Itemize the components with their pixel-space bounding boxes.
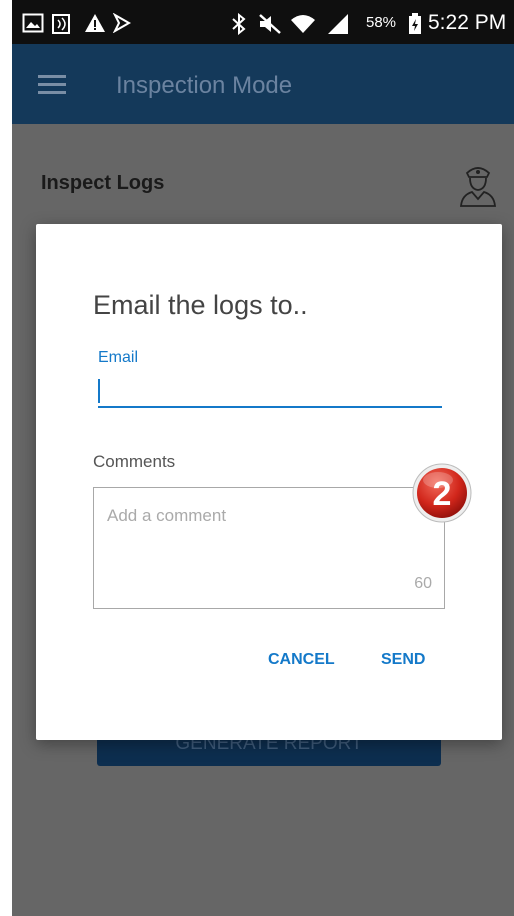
comment-textarea[interactable]: Add a comment 60 [93,487,445,609]
email-dialog: Email the logs to.. Email Comments Add a… [36,224,502,740]
email-input[interactable] [98,374,442,408]
nfc-icon [52,14,70,34]
email-label: Email [98,349,139,366]
comments-label: Comments [93,452,176,471]
send-button[interactable]: SEND [381,651,425,669]
dialog-title: Email the logs to.. [93,290,308,320]
mute-icon [259,14,281,34]
warning-icon [85,14,105,32]
badge-number: 2 [433,475,452,513]
officer-icon[interactable] [457,163,499,207]
bluetooth-icon [232,13,246,35]
gallery-icon [22,13,44,33]
app-bar: Inspection Mode [12,44,514,124]
battery-percent: 58% [366,14,397,31]
signal-icon [328,14,348,34]
step-number-badge: 2 [412,463,472,523]
page-title: Inspect Logs [41,172,165,194]
status-bar: 58% 5:22 PM [12,0,514,44]
app-title: Inspection Mode [116,72,293,99]
battery-icon [409,13,421,34]
character-counter: 60 [414,575,432,592]
text-cursor [98,379,100,403]
comment-placeholder: Add a comment [107,506,227,525]
direction-icon [112,13,132,33]
app-frame: 58% 5:22 PM Inspection Mode Inspect Logs… [12,0,514,916]
clock: 5:22 PM [428,11,507,34]
wifi-icon [291,15,315,33]
hamburger-menu-icon[interactable] [38,75,66,95]
cancel-button[interactable]: CANCEL [268,651,335,669]
